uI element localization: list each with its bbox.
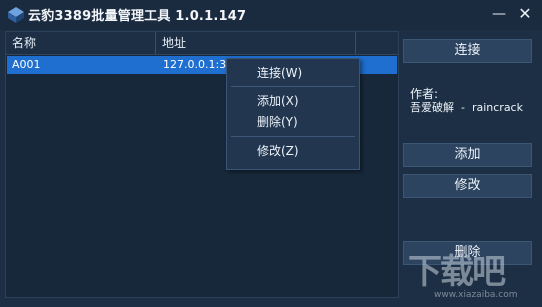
author-value: 吾爱破解 - raincrack xyxy=(410,101,523,114)
edit-button[interactable]: 修改 xyxy=(403,174,532,198)
window-title: 云豹3389批量管理工具 1.0.1.147 xyxy=(28,9,247,24)
add-button[interactable]: 添加 xyxy=(403,143,532,167)
watermark-url: www.xiazaiba.com xyxy=(434,290,518,300)
menu-item-delete[interactable]: 删除(Y) xyxy=(227,112,359,132)
minimize-button[interactable]: — xyxy=(488,4,510,24)
menu-item-connect[interactable]: 连接(W) xyxy=(227,63,359,83)
cell-address: 127.0.0.1:33 xyxy=(163,58,234,71)
cell-name: A001 xyxy=(12,58,41,71)
close-button[interactable]: ✕ xyxy=(514,4,536,24)
column-header-filler xyxy=(356,32,398,54)
menu-separator xyxy=(231,86,355,87)
title-bar: 云豹3389批量管理工具 1.0.1.147 — ✕ xyxy=(0,0,542,30)
app-window: 云豹3389批量管理工具 1.0.1.147 — ✕ 名称 地址 A001 12… xyxy=(0,0,542,307)
watermark-logo: 下载吧 www.xiazaiba.com xyxy=(408,244,536,304)
menu-separator xyxy=(231,136,355,137)
menu-item-edit[interactable]: 修改(Z) xyxy=(227,141,359,161)
app-logo-icon xyxy=(8,7,24,23)
context-menu: 连接(W) 添加(X) 删除(Y) 修改(Z) xyxy=(226,58,360,170)
menu-item-add[interactable]: 添加(X) xyxy=(227,91,359,111)
column-header-address[interactable]: 地址 xyxy=(156,32,356,54)
watermark-text: 下载吧 xyxy=(408,252,506,292)
list-header: 名称 地址 xyxy=(6,32,398,55)
column-header-name[interactable]: 名称 xyxy=(6,32,156,54)
connect-button[interactable]: 连接 xyxy=(403,39,532,63)
